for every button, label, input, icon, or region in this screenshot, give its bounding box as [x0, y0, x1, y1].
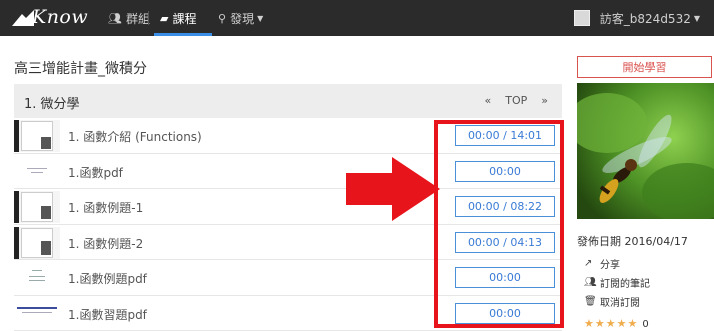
share-link[interactable]: ↗ 分享 [584, 256, 620, 271]
chevron-down-icon: ▼ [694, 14, 700, 23]
video-thumbnail [14, 120, 60, 152]
video-thumbnail [14, 227, 60, 259]
unit-title[interactable]: 1. 函數例題-1 [68, 199, 143, 216]
nav-courses-label: 課程 [172, 10, 196, 27]
prev-section-button[interactable]: « [485, 94, 492, 107]
unit-title[interactable]: 1. 函數例題-2 [68, 235, 143, 252]
avatar [574, 10, 590, 26]
unit-title[interactable]: 1.函數習題pdf [68, 306, 147, 323]
share-label: 分享 [600, 256, 620, 271]
pdf-thumbnail [14, 262, 60, 294]
next-section-button[interactable]: » [541, 94, 548, 107]
nav-groups[interactable]: 👥︎ 群組 [108, 0, 150, 36]
nav-courses[interactable]: ▰ 課程 [160, 0, 196, 36]
book-icon: ▰ [160, 12, 168, 25]
top-button[interactable]: TOP [505, 94, 527, 107]
logo-mark-icon [12, 10, 34, 26]
active-tab-indicator [154, 33, 212, 36]
unit-title[interactable]: 1. 函數介紹 (Functions) [68, 128, 202, 145]
course-cover-image [577, 83, 714, 219]
users-icon: 👥︎ [108, 12, 122, 25]
logo[interactable]: Know [12, 5, 102, 31]
users-icon: 👥︎ [584, 277, 596, 288]
subscribed-notes-label: 訂閱的筆記 [600, 275, 650, 290]
user-menu[interactable]: 訪客_b824d532 ▼ [574, 0, 700, 36]
subscribed-notes-link[interactable]: 👥︎ 訂閱的筆記 [584, 275, 650, 290]
publish-date: 發佈日期 2016/04/17 [577, 233, 688, 249]
arrow-right-icon [346, 157, 442, 221]
start-learning-button[interactable]: 開始學習 [577, 56, 712, 78]
page-title: 高三增能計畫_微積分 [14, 58, 147, 78]
nav-divider [148, 11, 149, 25]
share-icon: ↗ [584, 258, 596, 269]
nav-discover[interactable]: ⚲ 發現 ▼ [218, 0, 263, 36]
highlight-annotation [434, 120, 564, 328]
unit-title[interactable]: 1.函數例題pdf [68, 270, 147, 287]
unsubscribe-link[interactable]: 🗑︎ 取消訂閱 [584, 294, 640, 309]
section-header: 1. 微分學 « TOP » [14, 84, 562, 118]
unit-title[interactable]: 1.函數pdf [68, 164, 123, 181]
chevron-down-icon: ▼ [257, 14, 263, 23]
logo-text: Know [32, 6, 88, 28]
pdf-thumbnail [14, 156, 60, 188]
rating-stars[interactable]: ★★★★★0 [584, 317, 649, 330]
nav-groups-label: 群組 [126, 10, 150, 27]
search-icon: ⚲ [218, 12, 226, 25]
section-title: 1. 微分學 [24, 93, 80, 112]
section-nav: « TOP » [485, 94, 548, 107]
video-thumbnail [14, 191, 60, 223]
nav-discover-label: 發現 [230, 10, 254, 27]
unsubscribe-label: 取消訂閱 [600, 294, 640, 309]
top-navbar: Know 👥︎ 群組 ▰ 課程 ⚲ 發現 ▼ 訪客_b824d532 ▼ [0, 0, 714, 36]
trash-icon: 🗑︎ [584, 296, 596, 307]
user-name: 訪客_b824d532 [600, 10, 691, 27]
